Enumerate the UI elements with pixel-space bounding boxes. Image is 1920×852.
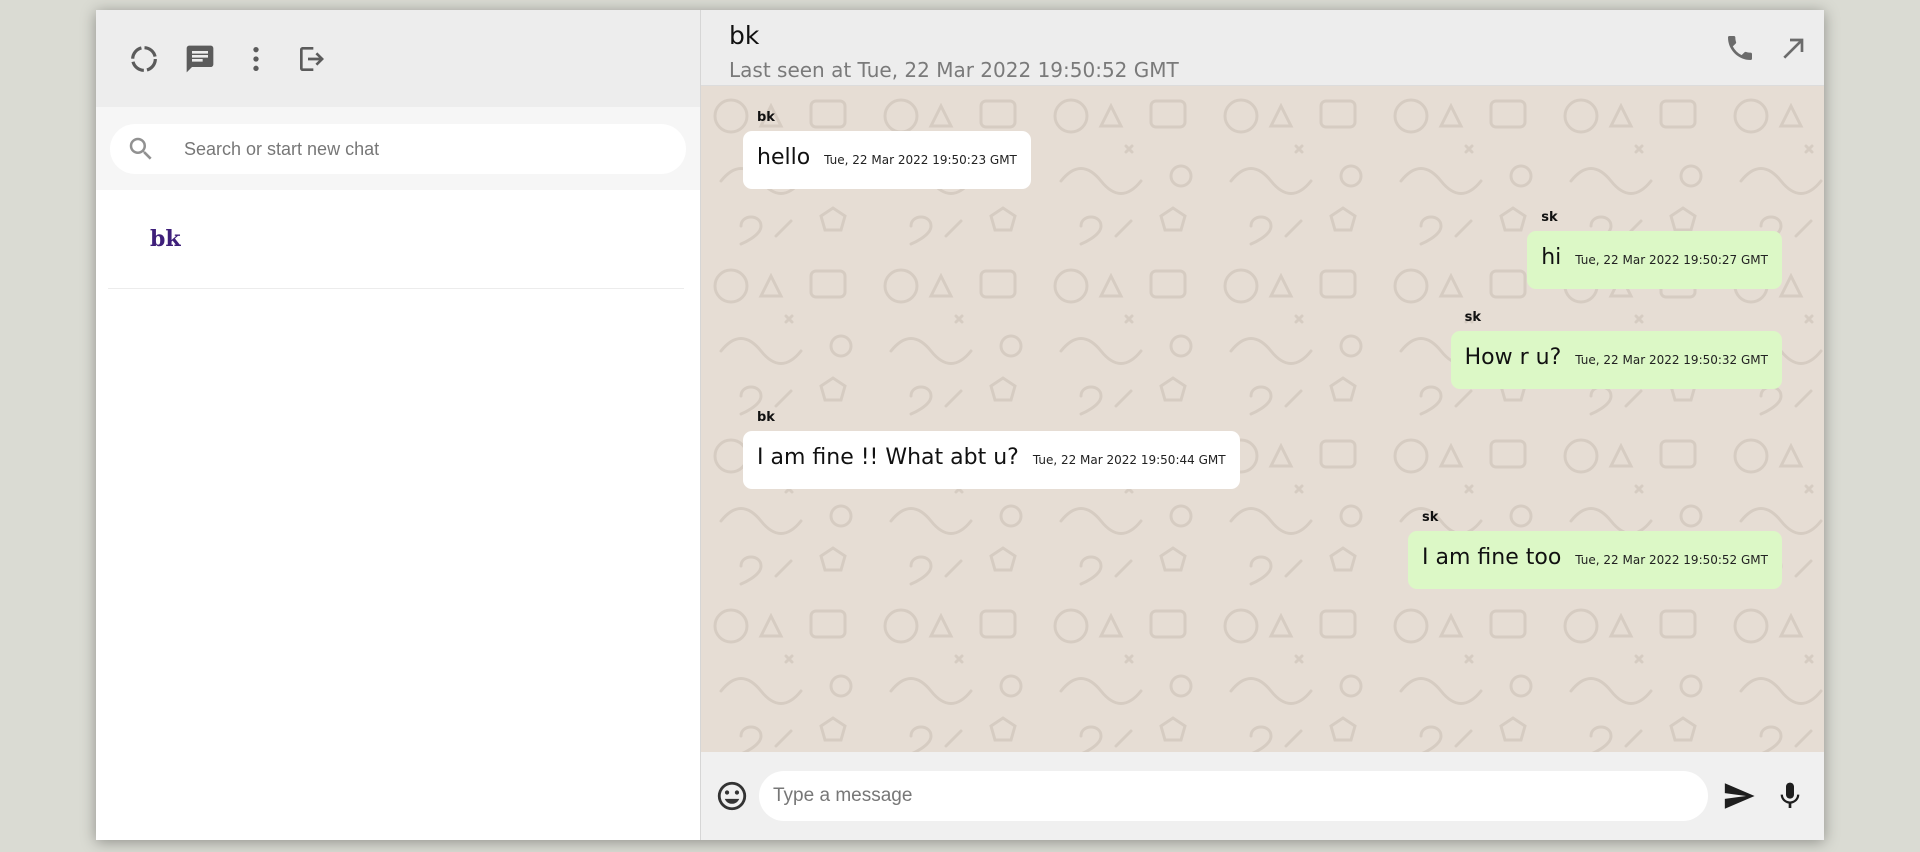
contact-name: bk (729, 21, 760, 50)
message-bubble: I am fine !! What abt u? Tue, 22 Mar 202… (743, 431, 1240, 489)
message-timestamp: Tue, 22 Mar 2022 19:50:44 GMT (1032, 453, 1226, 467)
chat-list: bk (96, 190, 700, 840)
more-menu-icon[interactable] (240, 43, 272, 75)
sidebar-header (96, 10, 700, 107)
message-text: hi (1541, 245, 1562, 270)
message-sender: bk (757, 110, 775, 125)
search-box (110, 124, 686, 174)
message-outgoing: sk How r u? Tue, 22 Mar 2022 19:50:32 GM… (1450, 310, 1782, 389)
mic-icon[interactable] (1774, 780, 1806, 812)
logout-icon[interactable] (296, 43, 328, 75)
search-icon (129, 137, 152, 160)
message-incoming: bk I am fine !! What abt u? Tue, 22 Mar … (743, 410, 1240, 489)
message-sender: sk (1422, 510, 1439, 525)
last-seen-status: Last seen at Tue, 22 Mar 2022 19:50:52 G… (729, 58, 1179, 82)
message-bubble: hello Tue, 22 Mar 2022 19:50:23 GMT (743, 131, 1031, 189)
chat-list-item-name: bk (150, 226, 181, 252)
chat-panel: bk Last seen at Tue, 22 Mar 2022 19:50:5… (701, 10, 1824, 840)
message-area: bk hello Tue, 22 Mar 2022 19:50:23 GMT s… (701, 86, 1824, 752)
message-text: I am fine !! What abt u? (757, 445, 1019, 470)
message-input[interactable] (759, 771, 1708, 821)
message-outgoing: sk I am fine too Tue, 22 Mar 2022 19:50:… (1408, 510, 1782, 589)
emoji-icon[interactable] (715, 779, 749, 813)
message-bubble: I am fine too Tue, 22 Mar 2022 19:50:52 … (1408, 531, 1782, 589)
message-bubble: hi Tue, 22 Mar 2022 19:50:27 GMT (1527, 231, 1782, 289)
message-composer (701, 752, 1824, 840)
message-timestamp: Tue, 22 Mar 2022 19:50:23 GMT (824, 153, 1017, 167)
message-sender: sk (1541, 210, 1558, 225)
message-outgoing: sk hi Tue, 22 Mar 2022 19:50:27 GMT (1527, 210, 1782, 289)
chat-list-item[interactable]: bk (108, 190, 684, 289)
message-text: How r u? (1464, 345, 1562, 370)
phone-icon[interactable] (1724, 32, 1756, 64)
search-input[interactable] (184, 138, 644, 160)
message-text: I am fine too (1422, 545, 1562, 570)
status-icon[interactable] (128, 43, 160, 75)
chat-icon[interactable] (184, 43, 216, 75)
message-timestamp: Tue, 22 Mar 2022 19:50:27 GMT (1575, 253, 1768, 267)
message-sender: bk (757, 410, 775, 425)
message-incoming: bk hello Tue, 22 Mar 2022 19:50:23 GMT (743, 110, 1031, 189)
chat-header: bk Last seen at Tue, 22 Mar 2022 19:50:5… (701, 10, 1824, 86)
message-sender: sk (1464, 310, 1482, 325)
message-text: hello (757, 145, 811, 170)
expand-icon[interactable] (1778, 32, 1810, 64)
sidebar: bk (96, 10, 701, 840)
send-icon[interactable] (1722, 779, 1756, 813)
search-bar (96, 107, 700, 190)
app-window: bk bk Last seen at Tue, 22 Mar 2022 19:5… (96, 10, 1824, 840)
message-bubble: How r u? Tue, 22 Mar 2022 19:50:32 GMT (1450, 331, 1782, 389)
message-timestamp: Tue, 22 Mar 2022 19:50:32 GMT (1575, 353, 1768, 367)
message-timestamp: Tue, 22 Mar 2022 19:50:52 GMT (1575, 553, 1768, 567)
